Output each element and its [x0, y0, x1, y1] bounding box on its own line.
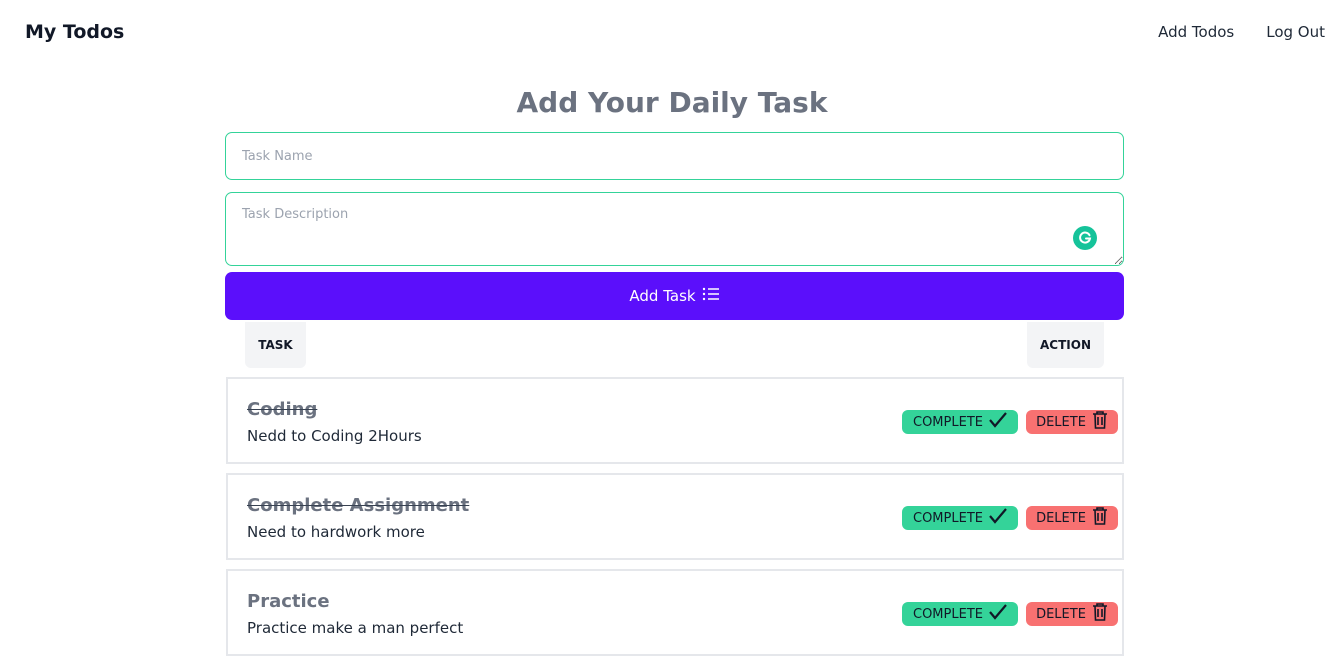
complete-label: COMPLETE: [913, 414, 983, 430]
complete-button[interactable]: COMPLETE: [902, 410, 1018, 434]
table-header-task: TASK: [245, 322, 306, 368]
add-task-label: Add Task: [629, 287, 696, 305]
task-description: Practice make a man perfect: [247, 619, 464, 637]
delete-label: DELETE: [1036, 606, 1086, 622]
delete-button[interactable]: DELETE: [1026, 602, 1118, 626]
trash-icon: [1092, 507, 1108, 529]
nav-link-add-todos[interactable]: Add Todos: [1158, 23, 1234, 41]
delete-button[interactable]: DELETE: [1026, 506, 1118, 530]
trash-icon: [1092, 603, 1108, 625]
task-description-input[interactable]: [225, 192, 1124, 266]
page-title: Add Your Daily Task: [516, 86, 828, 119]
complete-label: COMPLETE: [913, 606, 983, 622]
delete-label: DELETE: [1036, 414, 1086, 430]
complete-button[interactable]: COMPLETE: [902, 506, 1018, 530]
task-title: Coding: [247, 399, 318, 420]
add-task-button[interactable]: Add Task: [225, 272, 1124, 320]
task-title: Practice: [247, 591, 330, 612]
list-icon: [702, 286, 720, 306]
task-card: Complete Assignment Need to hardwork mor…: [226, 473, 1124, 560]
task-description: Nedd to Coding 2Hours: [247, 427, 422, 445]
task-name-input[interactable]: [225, 132, 1124, 180]
nav-links: Add Todos Log Out: [1158, 23, 1325, 41]
grammarly-icon[interactable]: [1073, 226, 1097, 250]
task-title: Complete Assignment: [247, 495, 470, 516]
brand-title[interactable]: My Todos: [25, 21, 124, 43]
navbar: My Todos Add Todos Log Out: [0, 0, 1344, 66]
task-card: Coding Nedd to Coding 2Hours COMPLETE DE…: [226, 377, 1124, 464]
task-card: Practice Practice make a man perfect COM…: [226, 569, 1124, 656]
trash-icon: [1092, 411, 1108, 433]
delete-label: DELETE: [1036, 510, 1086, 526]
checkmark-icon: [989, 412, 1007, 432]
checkmark-icon: [989, 508, 1007, 528]
nav-link-log-out[interactable]: Log Out: [1266, 23, 1325, 41]
checkmark-icon: [989, 604, 1007, 624]
task-description: Need to hardwork more: [247, 523, 425, 541]
table-header-action: ACTION: [1027, 322, 1104, 368]
complete-button[interactable]: COMPLETE: [902, 602, 1018, 626]
delete-button[interactable]: DELETE: [1026, 410, 1118, 434]
complete-label: COMPLETE: [913, 510, 983, 526]
